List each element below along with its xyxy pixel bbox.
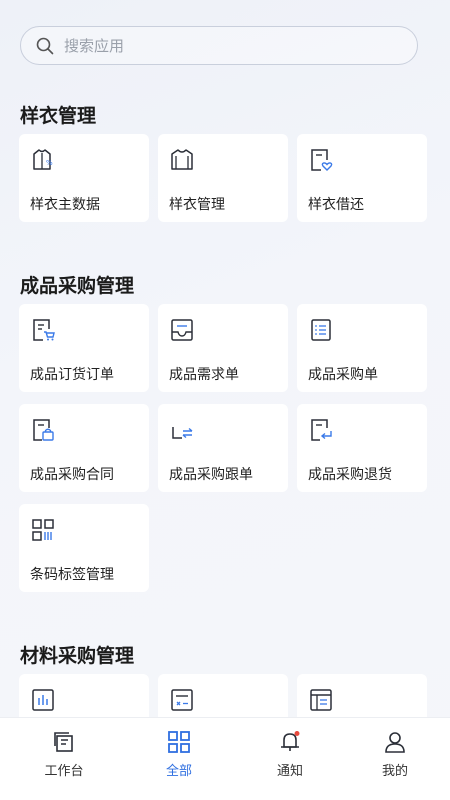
app-label: 成品采购退货 [308,467,392,483]
document-bag-icon [33,419,54,441]
app-finished-purchase-follow[interactable]: 成品采购跟单 [158,404,288,492]
app-finished-demand[interactable]: 成品需求单 [158,304,288,392]
search-bar[interactable]: 搜索应用 [20,26,418,65]
document-heart-icon [311,149,333,171]
app-finished-purchase-return[interactable]: 成品采购退货 [297,404,427,492]
search-placeholder: 搜索应用 [64,37,125,55]
tab-label: 通知 [276,764,303,779]
section-title-material-purchase: 材料采购管理 [20,645,135,667]
tab-label: 全部 [165,764,192,779]
transfer-icon [172,427,193,439]
tab-me[interactable]: 我的 [355,730,435,779]
app-sample-management[interactable]: 样衣管理 [158,134,288,222]
app-sample-master-data[interactable]: % 样衣主数据 [19,134,149,222]
tab-label: 工作台 [44,764,84,779]
svg-text:%: % [46,159,53,167]
inbox-icon [171,319,193,341]
qr-code-icon [32,519,54,541]
garment-tag-icon: % [33,149,53,170]
app-label: 成品订货订单 [30,367,114,383]
app-label: 成品需求单 [169,367,239,383]
grid-icon [168,731,190,753]
app-finished-order[interactable]: 成品订货订单 [19,304,149,392]
app-label: 成品采购合同 [30,467,114,483]
app-label: 条码标签管理 [30,567,114,583]
app-label: 样衣主数据 [30,197,100,213]
tab-workbench[interactable]: 工作台 [24,730,104,779]
table-list-icon [310,689,332,711]
tab-all[interactable]: 全部 [139,730,219,779]
section-title-finished-goods-purchase: 成品采购管理 [20,275,135,297]
app-barcode-label[interactable]: 条码标签管理 [19,504,149,592]
section-title-sample-clothes: 样衣管理 [20,105,97,127]
document-cart-icon [33,319,55,341]
app-label: 成品采购单 [308,367,378,383]
user-icon [385,732,405,753]
app-label: 样衣管理 [169,197,225,213]
workbench-icon [54,732,73,752]
app-label: 样衣借还 [308,197,364,213]
app-sample-borrow-return[interactable]: 样衣借还 [297,134,427,222]
app-label: 成品采购跟单 [169,467,253,483]
notification-badge [294,731,300,736]
document-return-icon [311,419,332,441]
tab-notifications[interactable]: 通知 [250,730,330,779]
bar-chart-icon [32,689,54,711]
app-finished-purchase-order[interactable]: 成品采购单 [297,304,427,392]
app-finished-purchase-contract[interactable]: 成品采购合同 [19,404,149,492]
shirt-icon [171,149,193,170]
list-document-icon [311,319,331,341]
bell-icon [281,731,300,751]
calculator-icon [171,689,193,711]
tab-label: 我的 [381,764,408,779]
search-icon [36,37,54,54]
bottom-tab-bar: 工作台 全部 通知 我的 [0,717,450,800]
